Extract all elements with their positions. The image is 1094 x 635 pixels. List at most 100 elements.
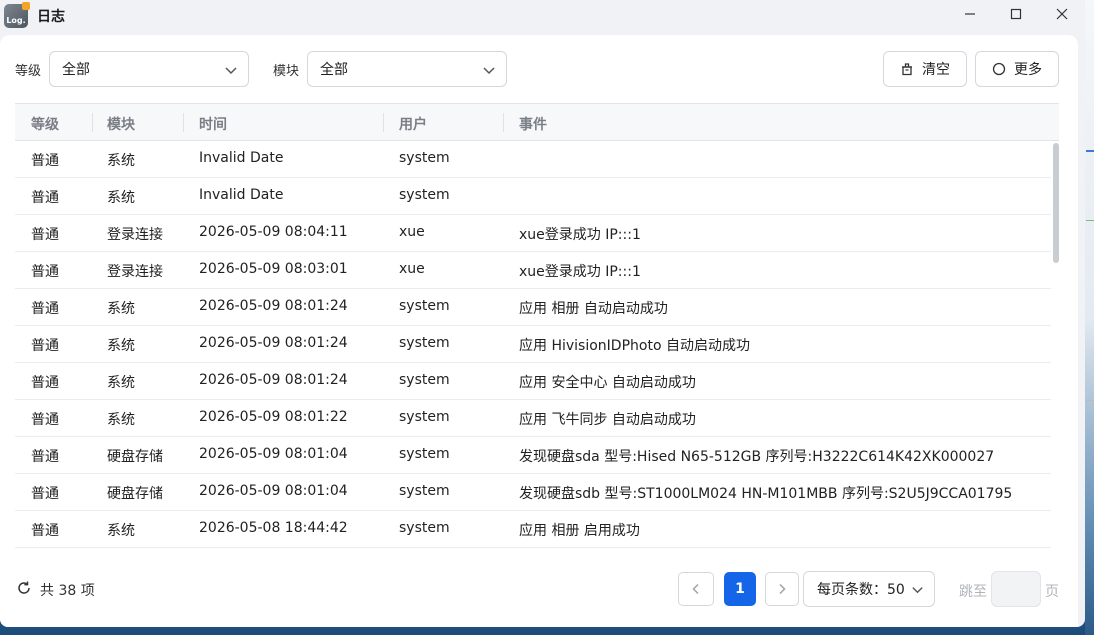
cell-time: Invalid Date	[199, 187, 284, 203]
jump-to-suffix: 页	[1045, 584, 1059, 600]
total-count: 共 38 项	[40, 583, 95, 599]
refresh-icon[interactable]	[16, 580, 32, 596]
chevron-right-icon	[779, 583, 786, 595]
table-row[interactable]: 普通 系统 2026-05-09 08:01:22 system 应用 飞牛同步 自动启…	[15, 400, 1051, 437]
column-header-level[interactable]: 等级	[31, 114, 59, 134]
table-body: 普通 系统 Invalid Date system 普通 系统 Invalid Date sy…	[15, 141, 1059, 548]
clear-button[interactable]: 清空	[883, 51, 967, 87]
cell-user: system	[399, 298, 450, 314]
cell-level: 普通	[31, 412, 59, 428]
cell-user: system	[399, 335, 450, 351]
cell-user: xue	[399, 224, 425, 240]
next-page-button[interactable]	[765, 572, 799, 606]
page-size-value: 每页条数：50	[817, 582, 905, 598]
cell-level: 普通	[31, 227, 59, 243]
cell-event: 发现硬盘sdb 型号:ST1000LM024 HN-M101MBB 序列号:S2…	[519, 486, 1013, 502]
cell-module: 登录连接	[107, 264, 163, 280]
cell-user: system	[399, 150, 450, 166]
page-number-current[interactable]: 1	[724, 572, 756, 606]
scrollbar-thumb[interactable]	[1053, 143, 1059, 263]
table-row[interactable]: 普通 系统 2026-05-09 08:01:24 system 应用 相册 自动启动成…	[15, 289, 1051, 326]
cell-event: 应用 HivisionIDPhoto 自动启动成功	[519, 338, 750, 354]
cell-time: 2026-05-09 08:01:24	[199, 298, 348, 314]
maximize-icon	[1010, 8, 1022, 20]
prev-page-button[interactable]	[678, 572, 714, 606]
maximize-button[interactable]	[993, 0, 1039, 28]
table-row[interactable]: 普通 系统 Invalid Date system	[15, 178, 1051, 215]
cell-level: 普通	[31, 153, 59, 169]
jump-to-label: 跳至	[959, 584, 987, 600]
cell-level: 普通	[31, 449, 59, 465]
level-filter-label: 等级	[15, 64, 42, 79]
module-filter-value: 全部	[320, 62, 348, 78]
column-header-user[interactable]: 用户	[399, 114, 427, 134]
cell-time: Invalid Date	[199, 150, 284, 166]
cell-user: system	[399, 520, 450, 536]
cell-module: 硬盘存储	[107, 449, 163, 465]
jump-to-page-input[interactable]	[991, 571, 1041, 607]
table-row[interactable]: 普通 硬盘存储 2026-05-09 08:01:04 system 发现硬盘sda 型…	[15, 437, 1051, 474]
table-header: 等级 模块 时间 用户 事件	[15, 103, 1059, 141]
close-button[interactable]	[1039, 0, 1085, 28]
chevron-down-icon	[483, 67, 495, 75]
cell-module: 系统	[107, 153, 135, 169]
title-bar[interactable]: Log. 日志	[0, 0, 1085, 32]
cell-user: system	[399, 409, 450, 425]
level-filter-select[interactable]: 全部	[49, 51, 249, 87]
cell-level: 普通	[31, 338, 59, 354]
module-filter-label: 模块	[273, 64, 300, 79]
cell-event: 应用 相册 启用成功	[519, 523, 640, 539]
cell-time: 2026-05-09 08:04:11	[199, 224, 348, 240]
table-scrollbar[interactable]	[1051, 141, 1059, 548]
cell-level: 普通	[31, 523, 59, 539]
cell-event: 应用 安全中心 自动启动成功	[519, 375, 696, 391]
minimize-icon	[965, 13, 975, 15]
cell-time: 2026-05-08 18:44:42	[199, 520, 348, 536]
log-window: Log. 日志 等级 全部 模块 全部 清空 更多 等级 模块 时间 用户 事件…	[0, 0, 1085, 627]
log-table: 等级 模块 时间 用户 事件 普通 系统 Invalid Date system 普通系…	[15, 103, 1059, 549]
app-logo-icon: Log.	[4, 2, 30, 28]
column-header-time[interactable]: 时间	[199, 114, 227, 134]
cell-level: 普通	[31, 301, 59, 317]
module-filter-select[interactable]: 全部	[307, 51, 507, 87]
column-header-module[interactable]: 模块	[107, 114, 135, 134]
cell-level: 普通	[31, 375, 59, 391]
more-button[interactable]: 更多	[975, 51, 1059, 87]
cell-event: 应用 飞牛同步 自动启动成功	[519, 412, 696, 428]
table-row[interactable]: 普通 硬盘存储 2026-05-09 08:01:04 system 发现硬盘sdb 型…	[15, 474, 1051, 511]
window-title: 日志	[37, 9, 65, 25]
cell-time: 2026-05-09 08:01:24	[199, 335, 348, 351]
cell-user: system	[399, 187, 450, 203]
cell-time: 2026-05-09 08:03:01	[199, 261, 348, 277]
trash-icon	[902, 63, 912, 76]
pagination-bar: 共 38 项 1 每页条数：50 跳至 页	[0, 565, 1078, 613]
main-panel: 等级 全部 模块 全部 清空 更多 等级 模块 时间 用户 事件 普通 系统 I…	[0, 35, 1078, 627]
cell-event: xue登录成功 IP:::1	[519, 264, 641, 280]
cell-event: xue登录成功 IP:::1	[519, 227, 641, 243]
cell-user: xue	[399, 261, 425, 277]
cell-user: system	[399, 446, 450, 462]
window-controls	[947, 0, 1085, 28]
page-size-select[interactable]: 每页条数：50	[803, 571, 935, 607]
cell-user: system	[399, 483, 450, 499]
chevron-left-icon	[692, 583, 699, 595]
level-filter-value: 全部	[62, 62, 90, 78]
cell-module: 系统	[107, 412, 135, 428]
cell-level: 普通	[31, 190, 59, 206]
cell-time: 2026-05-09 08:01:24	[199, 372, 348, 388]
chevron-down-icon	[225, 67, 237, 75]
table-row[interactable]: 普通 登录连接 2026-05-09 08:04:11 xue xue登录成功 IP::…	[15, 215, 1051, 252]
table-row[interactable]: 普通 系统 2026-05-09 08:01:24 system 应用 安全中心 自动启…	[15, 363, 1051, 400]
column-header-event[interactable]: 事件	[519, 114, 547, 134]
cell-level: 普通	[31, 264, 59, 280]
chevron-down-icon	[912, 587, 923, 594]
cell-event: 发现硬盘sda 型号:Hised N65-512GB 序列号:H3222C614…	[519, 449, 995, 465]
table-row[interactable]: 普通 系统 2026-05-09 08:01:24 system 应用 Hivision…	[15, 326, 1051, 363]
cell-module: 登录连接	[107, 227, 163, 243]
table-row[interactable]: 普通 系统 Invalid Date system	[15, 141, 1051, 178]
table-row[interactable]: 普通 系统 2026-05-08 18:44:42 system 应用 相册 启用成功	[15, 511, 1051, 548]
desktop-background	[1085, 0, 1094, 635]
cell-module: 系统	[107, 190, 135, 206]
minimize-button[interactable]	[947, 0, 993, 28]
table-row[interactable]: 普通 登录连接 2026-05-09 08:03:01 xue xue登录成功 IP::…	[15, 252, 1051, 289]
